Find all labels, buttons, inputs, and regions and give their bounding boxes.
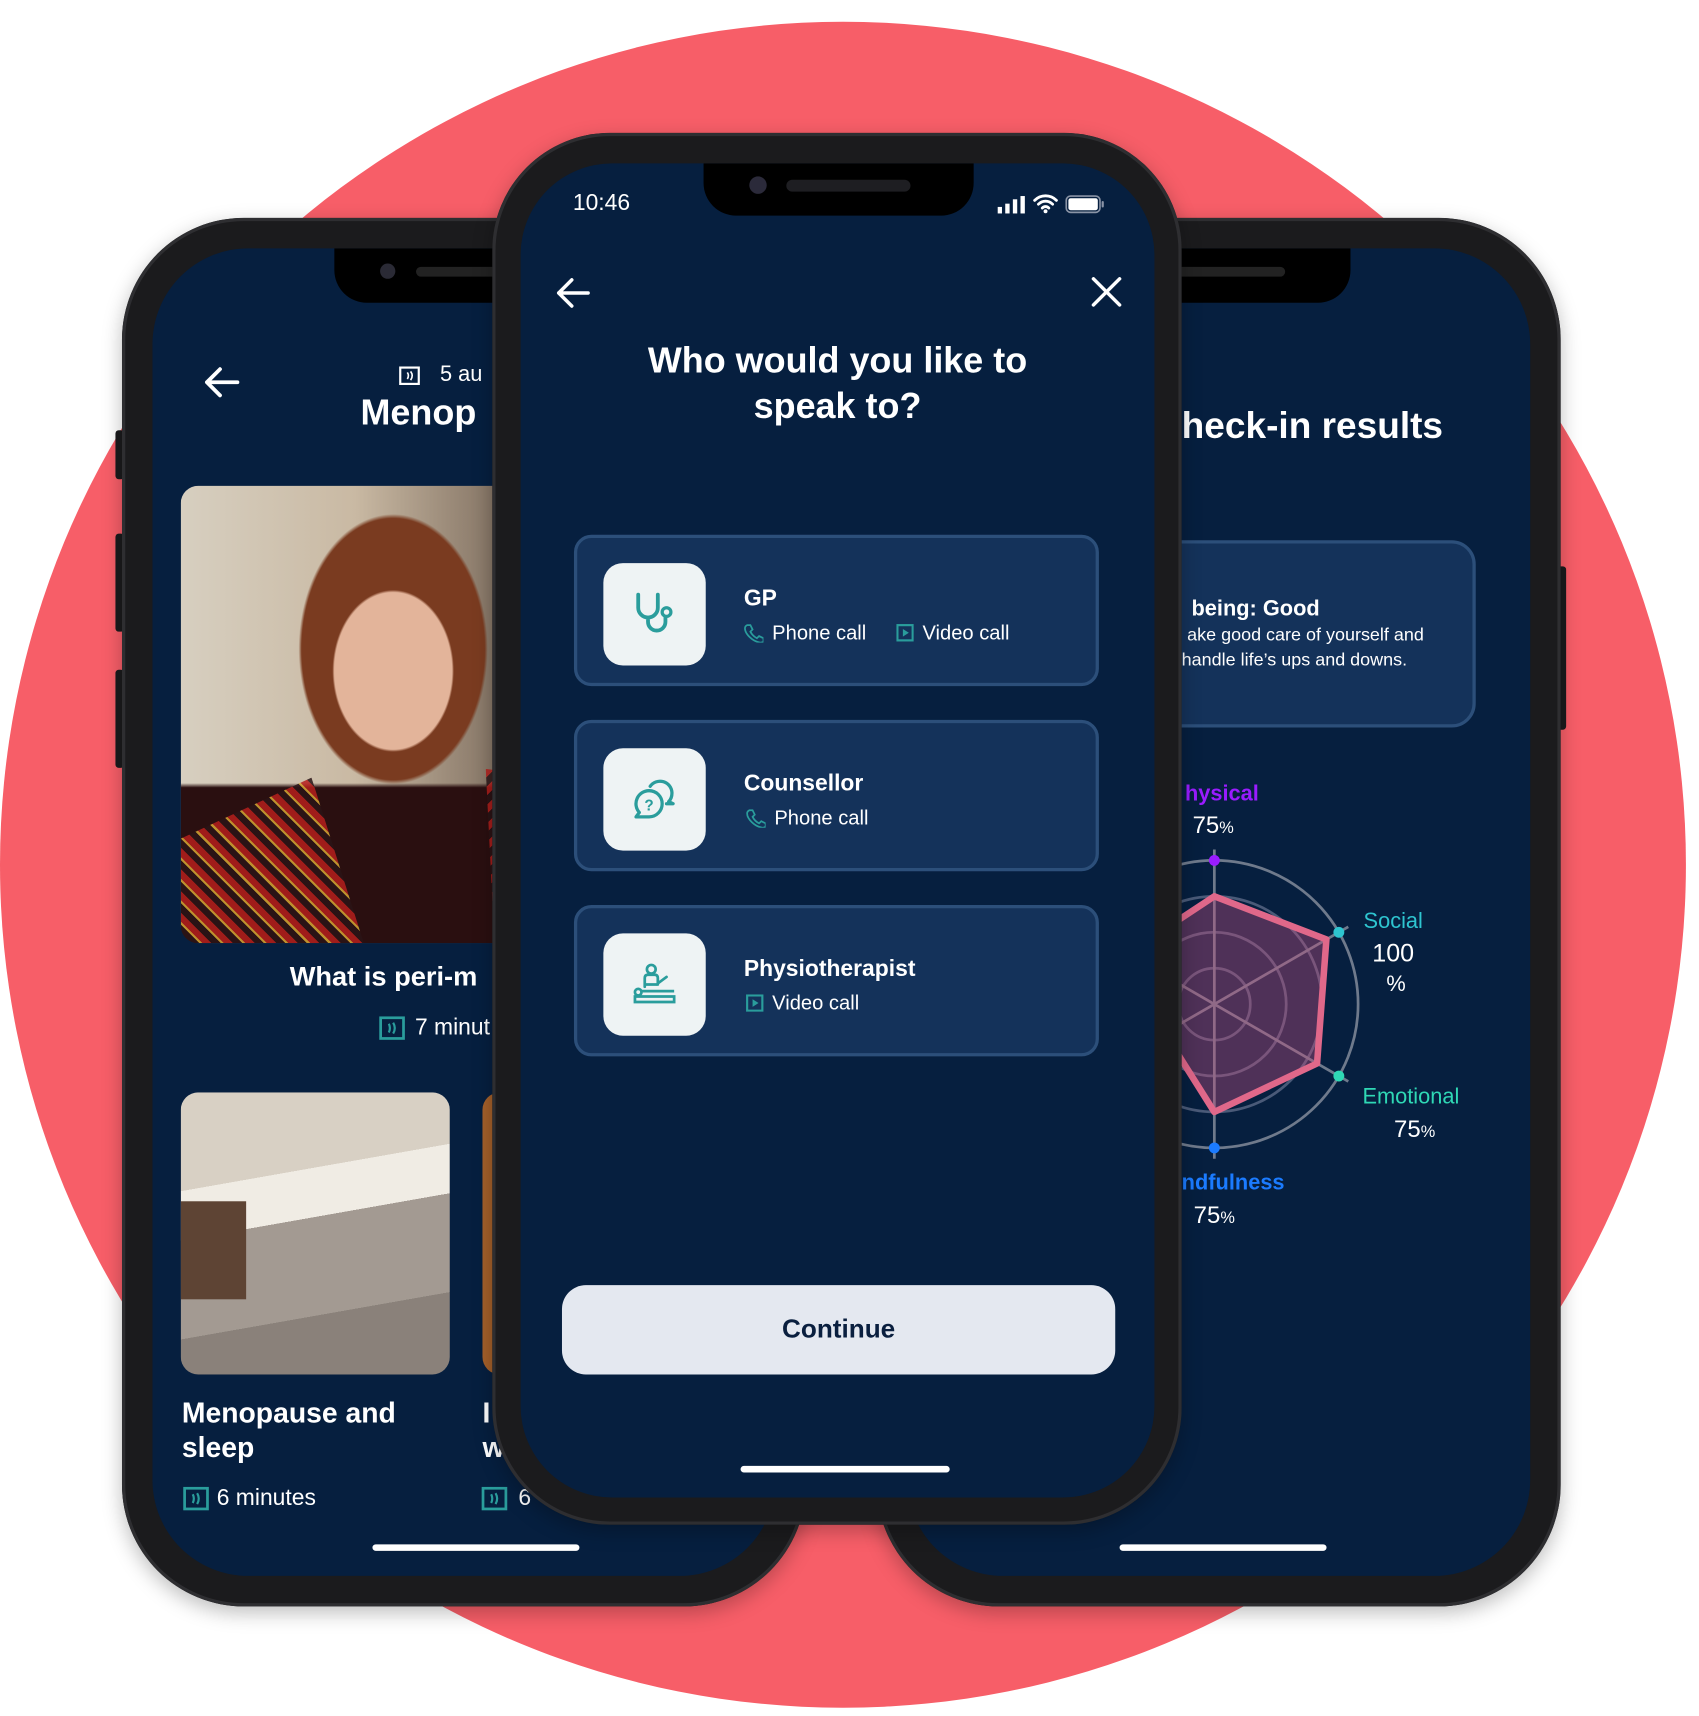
channel-video: Video call xyxy=(746,991,859,1015)
option-icon-box xyxy=(603,933,706,1036)
option-title: Counsellor xyxy=(743,771,864,797)
radar-label-emotional: Emotional xyxy=(1362,1084,1460,1109)
value: 75 xyxy=(1193,1201,1221,1229)
radar-label-social: Social xyxy=(1363,909,1423,934)
radar-value-physical: 75% xyxy=(1193,811,1234,839)
channel-video: Video call xyxy=(896,621,1009,645)
option-icon-box xyxy=(603,563,706,666)
channel-label: Phone call xyxy=(774,805,869,829)
radar-axis-dot xyxy=(1208,854,1220,866)
value: 75 xyxy=(1192,811,1220,839)
close-icon[interactable] xyxy=(1090,276,1123,309)
option-card-gp[interactable]: GP Phone call Video call xyxy=(573,534,1099,687)
article-card-title[interactable]: Menopause and sleep xyxy=(182,1395,396,1465)
unit: % xyxy=(1219,819,1234,838)
channel-label: Video call xyxy=(922,620,1010,644)
channel-label: Phone call xyxy=(772,620,867,644)
continue-label: Continue xyxy=(781,1314,896,1344)
radar-value-mindfulness: 75% xyxy=(1194,1201,1235,1229)
continue-button[interactable]: Continue xyxy=(561,1285,1116,1375)
option-card-counsellor[interactable]: ? Counsellor Phone call xyxy=(573,719,1099,872)
home-indicator[interactable] xyxy=(1119,1544,1327,1551)
option-title: GP xyxy=(743,585,777,611)
channel-label: Video call xyxy=(772,991,860,1014)
channel-phone: Phone call xyxy=(746,806,868,830)
center-phone: 10:46 Who would you like to speak to? GP… xyxy=(492,132,1182,1525)
svg-text:?: ? xyxy=(644,797,653,814)
radar-value-emotional: 75% xyxy=(1394,1115,1435,1143)
channel-phone: Phone call xyxy=(744,621,866,645)
center-phone-screen: 10:46 Who would you like to speak to? GP… xyxy=(520,163,1155,1498)
radar-value-social: 100 xyxy=(1372,938,1415,968)
option-icon-box: ? xyxy=(603,748,706,851)
value: 75 xyxy=(1394,1115,1421,1143)
audio-icon xyxy=(379,1016,405,1040)
option-card-physiotherapist[interactable]: Physiotherapist Video call xyxy=(573,905,1099,1057)
radar-axis-dot xyxy=(1208,1142,1220,1154)
video-icon xyxy=(896,624,914,642)
featured-duration: 7 minut xyxy=(414,1015,490,1041)
option-title: Physiotherapist xyxy=(743,956,916,982)
page-title: Menop xyxy=(360,392,477,433)
radar-label-mindfulness: ndfulness xyxy=(1181,1170,1285,1195)
home-indicator[interactable] xyxy=(740,1465,950,1473)
back-arrow-icon[interactable] xyxy=(203,366,240,399)
audio-icon xyxy=(481,1486,508,1511)
article-image-sleep[interactable] xyxy=(180,1092,450,1375)
stethoscope-icon xyxy=(636,592,673,633)
wifi-icon xyxy=(1033,194,1058,214)
featured-article-title[interactable]: What is peri-m xyxy=(290,962,478,994)
notch xyxy=(703,163,974,216)
status-time: 10:46 xyxy=(572,190,631,216)
signal-icon xyxy=(997,196,1025,214)
unit: % xyxy=(1420,1122,1436,1142)
radar-label-physical: hysical xyxy=(1184,781,1259,806)
audio-icon xyxy=(183,1486,209,1511)
video-icon xyxy=(746,994,764,1012)
phone-icon xyxy=(746,809,766,828)
radar-unit-social: % xyxy=(1386,972,1406,997)
radar-axis-dot xyxy=(1333,926,1345,938)
page-title: Who would you like to speak to? xyxy=(647,339,1028,426)
title-line: Menopause and xyxy=(181,1396,396,1429)
back-arrow-icon[interactable] xyxy=(555,277,590,310)
header-meta: 5 au xyxy=(439,362,483,387)
home-indicator[interactable] xyxy=(372,1544,580,1551)
audio-icon xyxy=(399,366,420,385)
speech-bubbles-question-icon: ? xyxy=(634,779,675,819)
title-line: sleep xyxy=(181,1431,255,1464)
phone-icon xyxy=(744,624,764,643)
stage: 5 au Menop What is peri-m 7 minut Menopa… xyxy=(0,0,1699,1716)
physiotherapy-icon xyxy=(633,963,676,1004)
radar-axis-dot xyxy=(1333,1070,1345,1082)
unit: % xyxy=(1220,1208,1235,1228)
battery-icon xyxy=(1065,195,1104,214)
article-duration: 6 minutes xyxy=(216,1485,316,1511)
